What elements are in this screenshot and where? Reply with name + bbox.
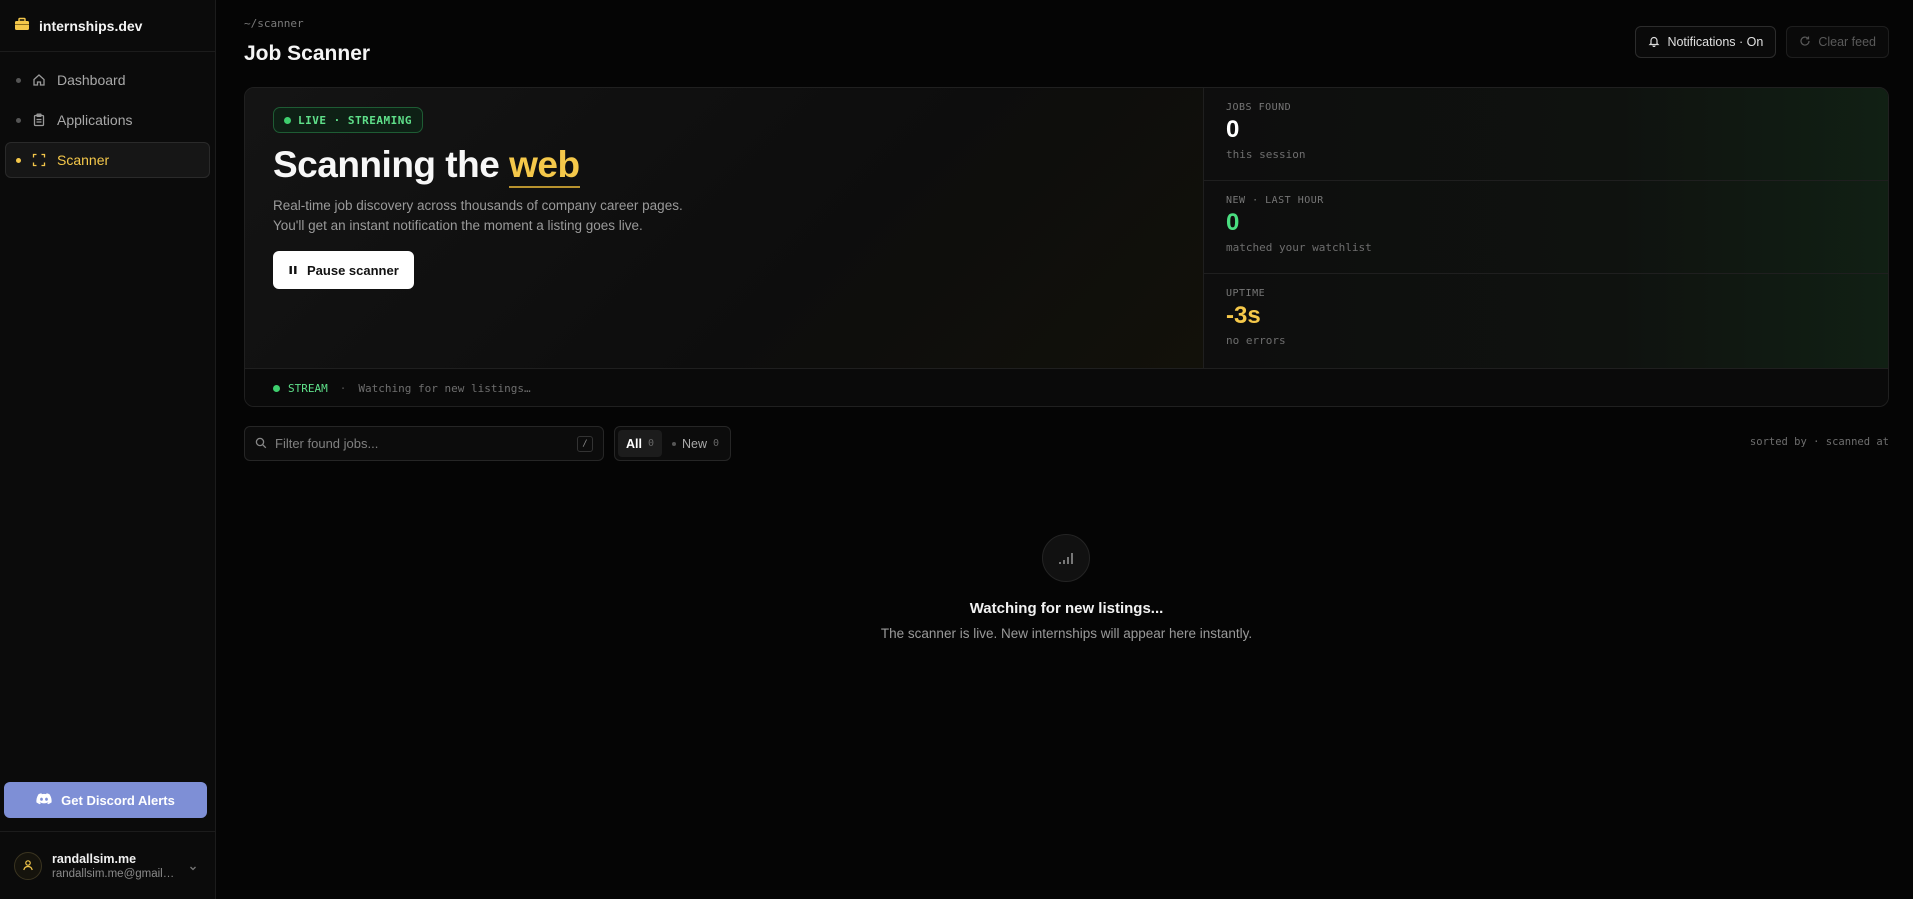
- stat-new-last-hour: NEW · LAST HOUR 0 matched your watchlist: [1204, 181, 1888, 274]
- main-content: ~/scanner Job Scanner Notifications · On…: [244, 0, 1889, 899]
- search-icon: [255, 436, 267, 452]
- discord-alerts-button[interactable]: Get Discord Alerts: [4, 782, 207, 818]
- hero-description: Real-time job discovery across thousands…: [273, 196, 873, 236]
- tab-all[interactable]: All 0: [618, 430, 663, 457]
- search-input[interactable]: [275, 436, 565, 451]
- home-icon: [31, 72, 47, 88]
- live-badge-label: LIVE · STREAMING: [298, 113, 412, 127]
- user-menu[interactable]: randallsim.me randallsim.me@gmail.com: [0, 831, 216, 899]
- notifications-button[interactable]: Notifications · On: [1635, 26, 1777, 58]
- user-info: randallsim.me randallsim.me@gmail.com: [52, 852, 177, 880]
- tab-count: 0: [713, 438, 720, 449]
- page-title: Job Scanner: [244, 42, 371, 65]
- tab-count: 0: [647, 438, 655, 449]
- live-dot: [284, 116, 291, 124]
- sidebar-item-label: Scanner: [57, 152, 110, 168]
- clipboard-icon: [31, 112, 47, 128]
- breadcrumb: ~/scanner: [244, 17, 304, 30]
- nav-dot: [16, 117, 21, 123]
- stream-dot: [273, 385, 280, 392]
- stat-value: 0: [1226, 209, 1240, 236]
- user-icon: [22, 858, 34, 874]
- clear-feed-label: Clear feed: [1818, 35, 1876, 49]
- header-actions: Notifications · On Clear feed: [1635, 26, 1889, 58]
- live-status-badge: LIVE · STREAMING: [273, 107, 423, 133]
- refresh-icon: [1799, 35, 1811, 50]
- tab-label: All: [626, 436, 642, 451]
- sort-indicator[interactable]: sorted by · scanned at: [1750, 436, 1889, 448]
- stream-status-bar: STREAM · Watching for new listings…: [245, 368, 1888, 406]
- shortcut-key: /: [577, 436, 593, 452]
- nav-dot: [16, 157, 21, 163]
- stream-label: STREAM: [288, 382, 328, 395]
- notifications-label: Notifications · On: [1667, 35, 1764, 49]
- stat-uptime: UPTIME -3s no errors: [1204, 274, 1888, 367]
- stat-value: -3s: [1226, 302, 1261, 329]
- pause-scanner-button[interactable]: Pause scanner: [273, 251, 414, 289]
- sidebar-item-scanner[interactable]: Scanner: [5, 142, 210, 178]
- stat-jobs-found: JOBS FOUND 0 this session: [1204, 88, 1888, 181]
- tab-dot: [672, 441, 677, 446]
- clear-feed-button[interactable]: Clear feed: [1786, 26, 1889, 58]
- stat-label: JOBS FOUND: [1226, 102, 1292, 113]
- discord-icon: [36, 792, 52, 808]
- sidebar-nav: Dashboard Applications Scanner: [0, 52, 215, 188]
- user-email: randallsim.me@gmail.com: [52, 867, 177, 880]
- empty-state-subtitle: The scanner is live. New internships wil…: [880, 626, 1253, 641]
- sidebar-item-label: Dashboard: [57, 72, 126, 88]
- empty-state-title: Watching for new listings...: [969, 600, 1164, 617]
- stat-sub: this session: [1226, 148, 1306, 161]
- stream-separator: ·: [339, 382, 347, 395]
- stat-sub: matched your watchlist: [1226, 241, 1372, 254]
- bell-icon: [1648, 35, 1660, 50]
- avatar: [14, 851, 42, 880]
- stats-panel: JOBS FOUND 0 this session NEW · LAST HOU…: [1203, 88, 1888, 368]
- brand[interactable]: internships.dev: [0, 0, 215, 52]
- pause-icon: [288, 263, 298, 278]
- user-name: randallsim.me: [52, 851, 137, 866]
- tab-label: New: [682, 436, 708, 451]
- signal-icon: [1042, 534, 1090, 582]
- discord-alerts-label: Get Discord Alerts: [61, 792, 175, 808]
- stream-text: Watching for new listings…: [358, 382, 531, 395]
- briefcase-icon: [14, 16, 30, 35]
- nav-dot: [16, 77, 21, 83]
- pause-scanner-label: Pause scanner: [307, 262, 399, 278]
- sidebar-item-label: Applications: [57, 112, 133, 128]
- scan-icon: [31, 152, 47, 168]
- sidebar-item-applications[interactable]: Applications: [5, 102, 210, 138]
- sidebar-item-dashboard[interactable]: Dashboard: [5, 62, 210, 98]
- hero-title: Scanning the web: [273, 144, 580, 188]
- filter-search: /: [244, 426, 604, 461]
- hero-title-accent: web: [509, 144, 580, 188]
- brand-name: internships.dev: [39, 17, 143, 34]
- stat-label: UPTIME: [1226, 288, 1266, 299]
- hero-title-prefix: Scanning the: [273, 144, 500, 185]
- scanner-hero: LIVE · STREAMING Scanning the web Real-t…: [244, 87, 1889, 407]
- tab-new[interactable]: New 0: [664, 430, 727, 457]
- stat-sub: no errors: [1226, 334, 1286, 347]
- stat-label: NEW · LAST HOUR: [1226, 195, 1324, 206]
- sidebar: internships.dev Dashboard Applications S…: [0, 0, 216, 899]
- hero-description-line: You'll get an instant notification the m…: [273, 218, 643, 233]
- chevron-down-icon[interactable]: [188, 860, 198, 876]
- stat-value: 0: [1226, 116, 1240, 143]
- hero-description-line: Real-time job discovery across thousands…: [273, 198, 683, 213]
- filter-tabs: All 0 New 0: [614, 426, 732, 461]
- hero-intro: LIVE · STREAMING Scanning the web Real-t…: [245, 88, 1203, 368]
